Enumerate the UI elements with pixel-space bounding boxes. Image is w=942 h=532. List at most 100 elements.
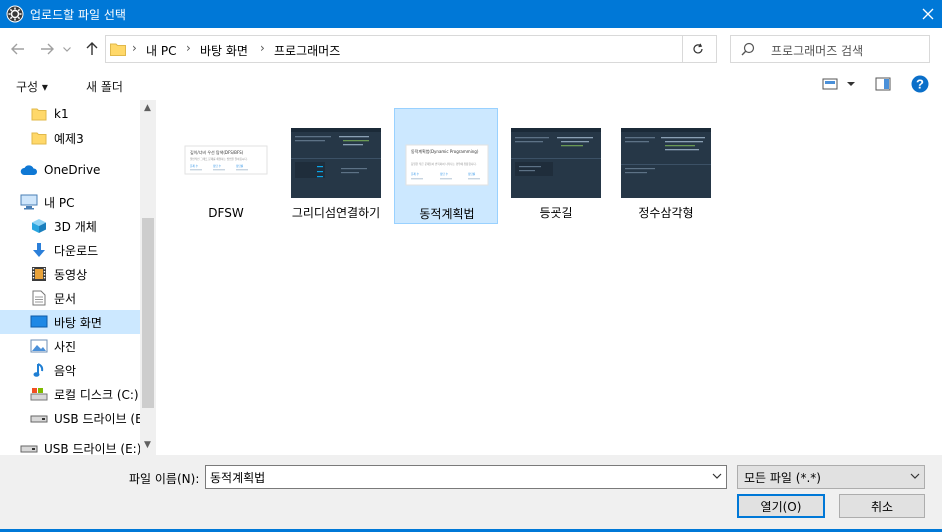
address-row: › 내 PC › 바탕 화면 › 프로그래머즈 프로그래머즈 검색 (0, 28, 942, 70)
sidebar-item-documents[interactable]: 문서 (0, 286, 140, 310)
thumb-text: 일반적인 그래프 문제를 해결하는 방법을 알아봅시다. (190, 157, 248, 161)
search-icon (741, 42, 755, 56)
sidebar-item-label: 동영상 (54, 267, 88, 282)
sidebar-item-label: 사진 (54, 339, 77, 354)
new-folder-button[interactable]: 새 폴더 (86, 78, 123, 95)
file-thumbnail (621, 128, 711, 198)
sidebar-item-example3[interactable]: 예제3 (0, 126, 140, 150)
download-icon (30, 241, 48, 259)
view-icon (822, 78, 855, 90)
cancel-button[interactable]: 취소 (839, 494, 925, 518)
file-thumbnail: 동적계획법(Dynamic Programming) 동일한 작은 문제들이 반… (405, 144, 489, 186)
sidebar-item-label: 문서 (54, 291, 77, 306)
file-thumbnail: 깊이/너비 우선 탐색(DFS/BFS) 일반적인 그래프 문제를 해결하는 방… (184, 145, 268, 175)
picture-icon (30, 337, 48, 355)
help-button[interactable]: ? (911, 75, 929, 96)
sidebar-item-label: 바탕 화면 (54, 315, 102, 330)
thumb-col-3: 정답률 (236, 164, 244, 168)
thumb-col-3: 정답률 (468, 172, 476, 176)
filename-value: 동적계획법 (210, 471, 266, 485)
folder-icon (30, 129, 48, 147)
arrow-left-icon (11, 43, 24, 55)
sidebar-item-k1[interactable]: k1 (0, 102, 140, 126)
sidebar-item-downloads[interactable]: 다운로드 (0, 238, 140, 262)
cloud-icon (20, 161, 38, 179)
open-button[interactable]: 열기(O) (737, 494, 825, 518)
sidebar-item-music[interactable]: 음악 (0, 358, 140, 382)
forward-button[interactable] (37, 38, 57, 60)
sidebar-item-label: 로컬 디스크 (C:) (54, 387, 139, 402)
breadcrumb-my-pc[interactable]: 내 PC (146, 42, 176, 59)
title-bar: 업로드할 파일 선택 (0, 0, 942, 28)
sidebar-item-label: 다운로드 (54, 243, 99, 258)
file-thumbnail (511, 128, 601, 198)
sidebar-item-pictures[interactable]: 사진 (0, 334, 140, 358)
organize-button[interactable]: 구성 ▾ (16, 78, 48, 95)
thumb-title: 깊이/너비 우선 탐색(DFS/BFS) (190, 149, 244, 155)
breadcrumb-desktop[interactable]: 바탕 화면 (200, 42, 248, 59)
file-name: 동적계획법 (419, 207, 475, 221)
sidebar-item-label: OneDrive (44, 163, 101, 177)
sidebar-item-desktop[interactable]: 바탕 화면 (0, 310, 140, 334)
scroll-down-icon[interactable]: ▼ (144, 440, 151, 450)
sidebar-item-local-disk[interactable]: 로컬 디스크 (C:) (0, 382, 140, 406)
refresh-icon (692, 43, 703, 54)
close-icon (922, 8, 934, 20)
sidebar-item-3d-objects[interactable]: 3D 개체 (0, 214, 140, 238)
search-input[interactable]: 프로그래머즈 검색 (730, 35, 930, 63)
sidebar-scrollbar[interactable]: ▲ ▼ (140, 100, 156, 455)
chevron-down-icon[interactable] (712, 471, 722, 481)
recent-locations-button[interactable] (60, 38, 74, 60)
filename-field[interactable]: 동적계획법 (205, 465, 727, 489)
refresh-button[interactable] (682, 35, 712, 63)
file-item-greedy-island[interactable]: 그리디섬연결하기 (284, 108, 388, 224)
view-options-button[interactable] (822, 76, 858, 95)
sidebar-item-onedrive[interactable]: OneDrive (0, 158, 140, 182)
close-button[interactable] (914, 0, 942, 28)
command-toolbar: 구성 ▾ 새 폴더 ? (0, 70, 942, 100)
sidebar-item-my-pc[interactable]: 내 PC (0, 190, 140, 214)
svg-text:?: ? (916, 77, 924, 92)
drive-icon (30, 385, 48, 403)
usb-drive-icon (20, 439, 38, 455)
file-item-integer-triangle[interactable]: 정수삼각형 (614, 108, 718, 224)
thumb-col-1: 문제 수 (190, 164, 199, 168)
file-list: 깊이/너비 우선 탐색(DFS/BFS) 일반적인 그래프 문제를 해결하는 방… (156, 100, 942, 455)
back-button[interactable] (8, 38, 28, 60)
arrow-right-icon (41, 43, 54, 55)
navigation-pane: k1 예제3 OneDrive 내 PC 3D 개체 다운로드 동영상 문서 바… (0, 100, 156, 455)
sidebar-item-label: 음악 (54, 363, 77, 378)
file-name: 정수삼각형 (638, 206, 694, 220)
file-name-panel: 파일 이름(N): 동적계획법 모든 파일 (*.*) 열기(O) 취소 (0, 455, 942, 532)
file-type-select[interactable]: 모든 파일 (*.*) (737, 465, 925, 489)
chevron-down-icon (63, 46, 71, 52)
search-placeholder: 프로그래머즈 검색 (771, 44, 864, 58)
video-icon (30, 265, 48, 283)
up-button[interactable] (82, 38, 102, 60)
address-bar[interactable]: › 내 PC › 바탕 화면 › 프로그래머즈 (105, 35, 774, 63)
usb-drive-icon (30, 409, 48, 427)
help-icon: ? (911, 75, 929, 93)
file-thumbnail (291, 128, 381, 198)
scroll-up-icon[interactable]: ▲ (144, 103, 151, 113)
thumb-text: 동일한 작은 문제들이 반복하여 나타나는 경우에 유용합니다. (411, 162, 477, 166)
file-name: DFSW (208, 206, 244, 220)
music-icon (30, 361, 48, 379)
thumb-col-1: 문제 수 (411, 172, 420, 176)
cube-icon (30, 217, 48, 235)
breadcrumb-separator: › (260, 41, 265, 55)
sidebar-item-label: k1 (54, 107, 69, 121)
file-item-dynamic-programming[interactable]: 동적계획법(Dynamic Programming) 동일한 작은 문제들이 반… (394, 108, 498, 224)
sidebar-item-label: 내 PC (44, 195, 75, 210)
sidebar-item-usb-drive[interactable]: USB 드라이브 (E (0, 406, 140, 430)
breadcrumb-programmers[interactable]: 프로그래머즈 (274, 42, 340, 59)
scrollbar-thumb[interactable] (142, 218, 154, 408)
file-item-school-road[interactable]: 등굣길 (504, 108, 608, 224)
sidebar-item-label: 3D 개체 (54, 219, 97, 234)
sidebar-item-videos[interactable]: 동영상 (0, 262, 140, 286)
computer-icon (20, 193, 38, 211)
file-item-dfsw[interactable]: 깊이/너비 우선 탐색(DFS/BFS) 일반적인 그래프 문제를 해결하는 방… (174, 108, 278, 224)
preview-pane-button[interactable] (875, 76, 891, 95)
sidebar-item-usb-drive-root[interactable]: USB 드라이브 (E:) (0, 436, 140, 455)
thumb-title: 동적계획법(Dynamic Programming) (411, 148, 479, 154)
